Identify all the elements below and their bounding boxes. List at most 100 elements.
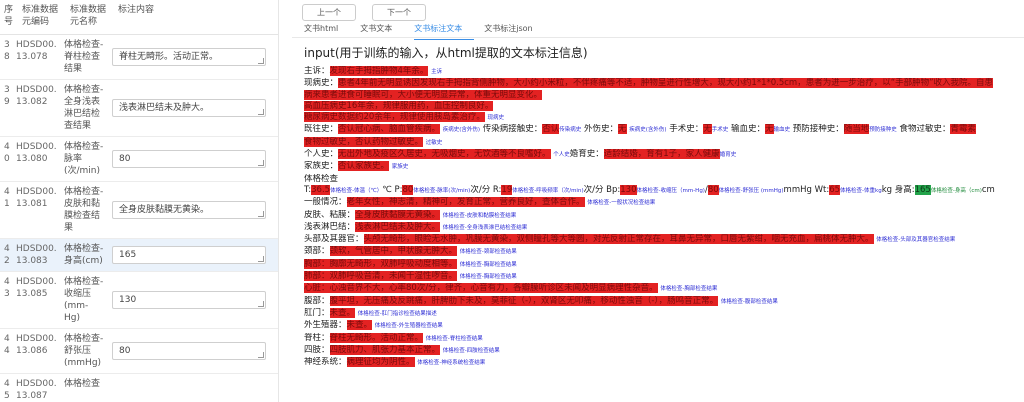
annotation-highlight[interactable]: 否认	[542, 124, 560, 135]
annotation-highlight[interactable]: 头颅无畸形，眼睑无水肿，巩膜无黄染，双侧瞳孔等大等圆，对光反射正常存在，耳鼻无异…	[363, 234, 874, 245]
doc-line: 肛门：未查。 体格检查-肛门指诊检查结果描述	[304, 307, 1020, 320]
table-row[interactable]: 43 HDSD00.13.085 体格检查-收缩压(mm-Hg) 130	[0, 272, 278, 329]
row-code: HDSD00.13.086	[16, 334, 57, 356]
annotation-highlight[interactable]: 病来患者进食可睡眠可，大小便无明显异常，体重无明显变化。	[304, 89, 543, 100]
annotation-highlight[interactable]: 未查。	[329, 307, 356, 318]
row-seq: 43	[4, 277, 10, 299]
row-seq: 39	[4, 85, 10, 107]
field-label: 皮肤、粘膜：	[304, 209, 356, 220]
annotation-highlight[interactable]: 80	[402, 184, 414, 195]
section-label: 体格检查	[304, 173, 339, 184]
document-panel: 上一个 下一个 文书html 文书文本 文书标注文本 文书标注json inpu…	[292, 0, 1024, 402]
annotated-document: 主诉：发现右手拇指肿物4年余。 主诉 现病史：患者4年前无明显诱因发现右手拇指背…	[304, 66, 1020, 369]
doc-line: 脊柱：脊柱无畸形。活动正常。 体格检查-脊柱检查结果	[304, 332, 1020, 345]
annotation-highlight[interactable]: 无	[764, 124, 774, 135]
doc-line: 个人史：无出外地及疫区久居史，无吸烟史，无饮酒等不良嗜好。 个人史婚育史：适龄结…	[304, 149, 1020, 161]
annotation-highlight[interactable]: 脊柱无畸形。活动正常。	[329, 332, 424, 343]
field-label: 预防接种史：	[792, 124, 844, 135]
annotation-highlight[interactable]: 浅表淋巴结未及肿大。	[355, 221, 441, 232]
table-row[interactable]: 41 HDSD00.13.081 体格检查-皮肤和黏膜检查结果 全身皮肤黏膜无黄染。	[0, 182, 278, 239]
annotation-textarea[interactable]: 130	[112, 291, 266, 309]
field-label: 次/分 R:	[470, 184, 502, 195]
annotation-highlight[interactable]: 患者4年前无明显诱因发现右手拇指背侧肿物，大小约小米粒，不伴疼痛等不适，肿物呈进…	[338, 78, 994, 89]
row-seq: 38	[4, 40, 10, 62]
annotation-textarea[interactable]: 全身皮肤黏膜无黄染。	[112, 201, 266, 219]
annotation-highlight[interactable]: 否认家族史。	[338, 161, 390, 172]
prev-button[interactable]: 上一个	[302, 4, 356, 21]
doc-line: 颈部：颈软，气管居中，甲状腺无肿大。 体格检查-颈部检查结果	[304, 246, 1020, 258]
table-row[interactable]: 40 HDSD00.13.080 体格检查-脉率(次/min) 80	[0, 137, 278, 182]
annotation-highlight[interactable]: 65	[829, 184, 841, 195]
annotation-textarea[interactable]: 脊柱无畸形。活动正常。	[112, 48, 266, 66]
annotation-highlight[interactable]: 老年女性，神志清，精神可，发育正常，营养良好，查体合作。	[346, 197, 585, 208]
field-label: 婚育史：	[569, 149, 604, 160]
annotation-highlight[interactable]: 心脏：心浊音界不大，心率80次/分，律齐，心音有力，各瓣膜听诊区未闻及明显病理性…	[304, 283, 658, 294]
annotation-highlight[interactable]: 无	[703, 124, 712, 135]
annotation-highlight[interactable]: 随当地	[843, 124, 870, 135]
annotation-tag: 体格检查-舒张压 (mmHg)	[718, 187, 784, 194]
annotation-highlight[interactable]: 糖尿病史数据约20余年，规律使用胰岛素治疗。	[304, 112, 485, 123]
annotation-highlight[interactable]: 肺部：双肺呼吸音清，未闻干湿性啰音。	[304, 271, 458, 282]
field-label: ℃ P:	[382, 184, 403, 195]
annotation-highlight[interactable]: 发现右手拇指肿物4年余。	[329, 66, 429, 76]
table-row[interactable]: 38 HDSD00.13.078 体格检查-脊柱检查结果 脊柱无畸形。活动正常。	[0, 35, 278, 80]
row-name: 体格检查-全身浅表淋巴结检查结果	[64, 85, 104, 131]
row-content: 脊柱无畸形。活动正常。	[106, 35, 278, 79]
annotation-highlight[interactable]: 四肢肌力、肌张力基本正常。	[329, 344, 441, 355]
annotation-tag: 疾病史(含外伤)	[442, 127, 481, 134]
annotation-textarea[interactable]: 80	[112, 150, 266, 168]
annotation-highlight[interactable]: 青霉素	[950, 124, 976, 135]
annotation-tag: 体格检查-体温（℃）	[330, 187, 383, 194]
field-label: 传染病接触史：	[482, 124, 543, 135]
annotation-highlight[interactable]: 胸部：胸廓无畸形，双肺呼吸动度相等。	[304, 258, 458, 269]
table-header: 序号 标准数据元编码 标准数据元名称 标注内容	[0, 0, 278, 35]
annotation-highlight[interactable]: 无	[618, 124, 627, 135]
row-name: 体格检查-皮肤和黏膜检查结果	[64, 187, 104, 233]
row-name: 体格检查-脊柱检查结果	[64, 40, 104, 74]
field-label: 脊柱：	[304, 332, 330, 343]
row-content: 浅表淋巴结未及肿大。	[106, 80, 278, 136]
doc-line: 家族史：否认家族史。 家族史	[304, 161, 1020, 173]
row-name: 体格检查-舒张压(mmHg)	[64, 334, 104, 368]
annotation-highlight[interactable]: 全身皮肤黏膜无黄染。	[355, 209, 441, 220]
annotation-highlight[interactable]: 颈软，气管居中，甲状腺无肿大。	[329, 246, 458, 257]
row-content: 全身皮肤黏膜无黄染。	[106, 182, 278, 238]
table-row[interactable]: 39 HDSD00.13.082 体格检查-全身浅表淋巴结检查结果 浅表淋巴结未及肿大…	[0, 80, 278, 137]
annotation-textarea[interactable]: 165	[112, 246, 266, 264]
annotation-highlight[interactable]: 否认冠心病、脑血管疾病。	[338, 124, 441, 135]
table-row[interactable]: 42 HDSD00.13.083 体格检查-身高(cm) 165	[0, 239, 278, 272]
doc-line: 食物过敏史，否认药物过敏史。 过敏史	[304, 136, 1020, 149]
annotation-highlight[interactable]: 130	[620, 184, 637, 195]
annotation-highlight[interactable]: 食物过敏史，否认药物过敏史。	[304, 136, 424, 147]
row-name: 体格检查-脉率(次/min)	[64, 142, 104, 176]
row-content: 80	[106, 137, 278, 181]
doc-line: 浅表淋巴结：浅表淋巴结未及肿大。 体格检查-全身浅表淋巴结检查结果	[304, 221, 1020, 234]
doc-line: 头部及其器官：头颅无畸形，眼睑无水肿，巩膜无黄染，双侧瞳孔等大等圆，对光反射正常…	[304, 234, 1020, 246]
annotation-highlight[interactable]: 未查。	[346, 320, 373, 331]
field-label: 主诉：	[304, 66, 330, 76]
annotation-highlight[interactable]: 适龄结婚，育有1子，家人健康	[603, 149, 720, 160]
doc-line: 一般情况：老年女性，神志清，精神可，发育正常，营养良好，查体合作。 体格检查-一…	[304, 197, 1020, 209]
doc-line: 肺部：双肺呼吸音清，未闻干湿性啰音。 体格检查-胸部检查结果	[304, 271, 1020, 283]
annotation-tag: 体格检查-收缩压（mm-Hg)	[636, 187, 705, 194]
next-button[interactable]: 下一个	[372, 4, 426, 21]
annotation-tag: 输血史	[773, 127, 791, 134]
annotation-highlight[interactable]: 19	[501, 184, 513, 195]
header-name: 标准数据元名称	[70, 5, 107, 27]
annotation-highlight[interactable]: 高血压病史16年余，规律服用药，血压控制良好。	[304, 100, 494, 111]
annotation-highlight[interactable]: 36.5	[311, 184, 331, 195]
annotation-highlight[interactable]: 病理征均为阴性。	[346, 357, 415, 368]
annotation-textarea[interactable]: 浅表淋巴结未及肿大。	[112, 99, 266, 117]
doc-line: 皮肤、粘膜：全身皮肤黏膜无黄染。 体格检查-皮肤和黏膜检查结果	[304, 209, 1020, 222]
table-row[interactable]: 44 HDSD00.13.086 体格检查-舒张压(mmHg) 80	[0, 329, 278, 374]
annotation-tag: 体格检查-身高（cm)	[930, 187, 982, 194]
row-seq: 44	[4, 334, 10, 356]
annotation-tag: 体格检查-胸部检查结果	[660, 286, 718, 293]
table-row[interactable]: 45 HDSD00.13.087 体格检查	[0, 374, 278, 402]
header-seq: 序号	[4, 5, 14, 27]
annotation-textarea[interactable]: 80	[112, 342, 266, 360]
annotation-highlight[interactable]: 80	[707, 184, 719, 195]
annotation-highlight[interactable]: 无出外地及疫区久居史，无吸烟史，无饮酒等不良嗜好。	[338, 149, 551, 160]
annotation-highlight[interactable]: 腹平坦，无压痛及反跳痛，肝脾肋下未及，莫菲征（-），双肾区无叩痛，移动性浊音（-…	[329, 295, 719, 306]
annotation-highlight-selected[interactable]: 165	[914, 184, 931, 195]
